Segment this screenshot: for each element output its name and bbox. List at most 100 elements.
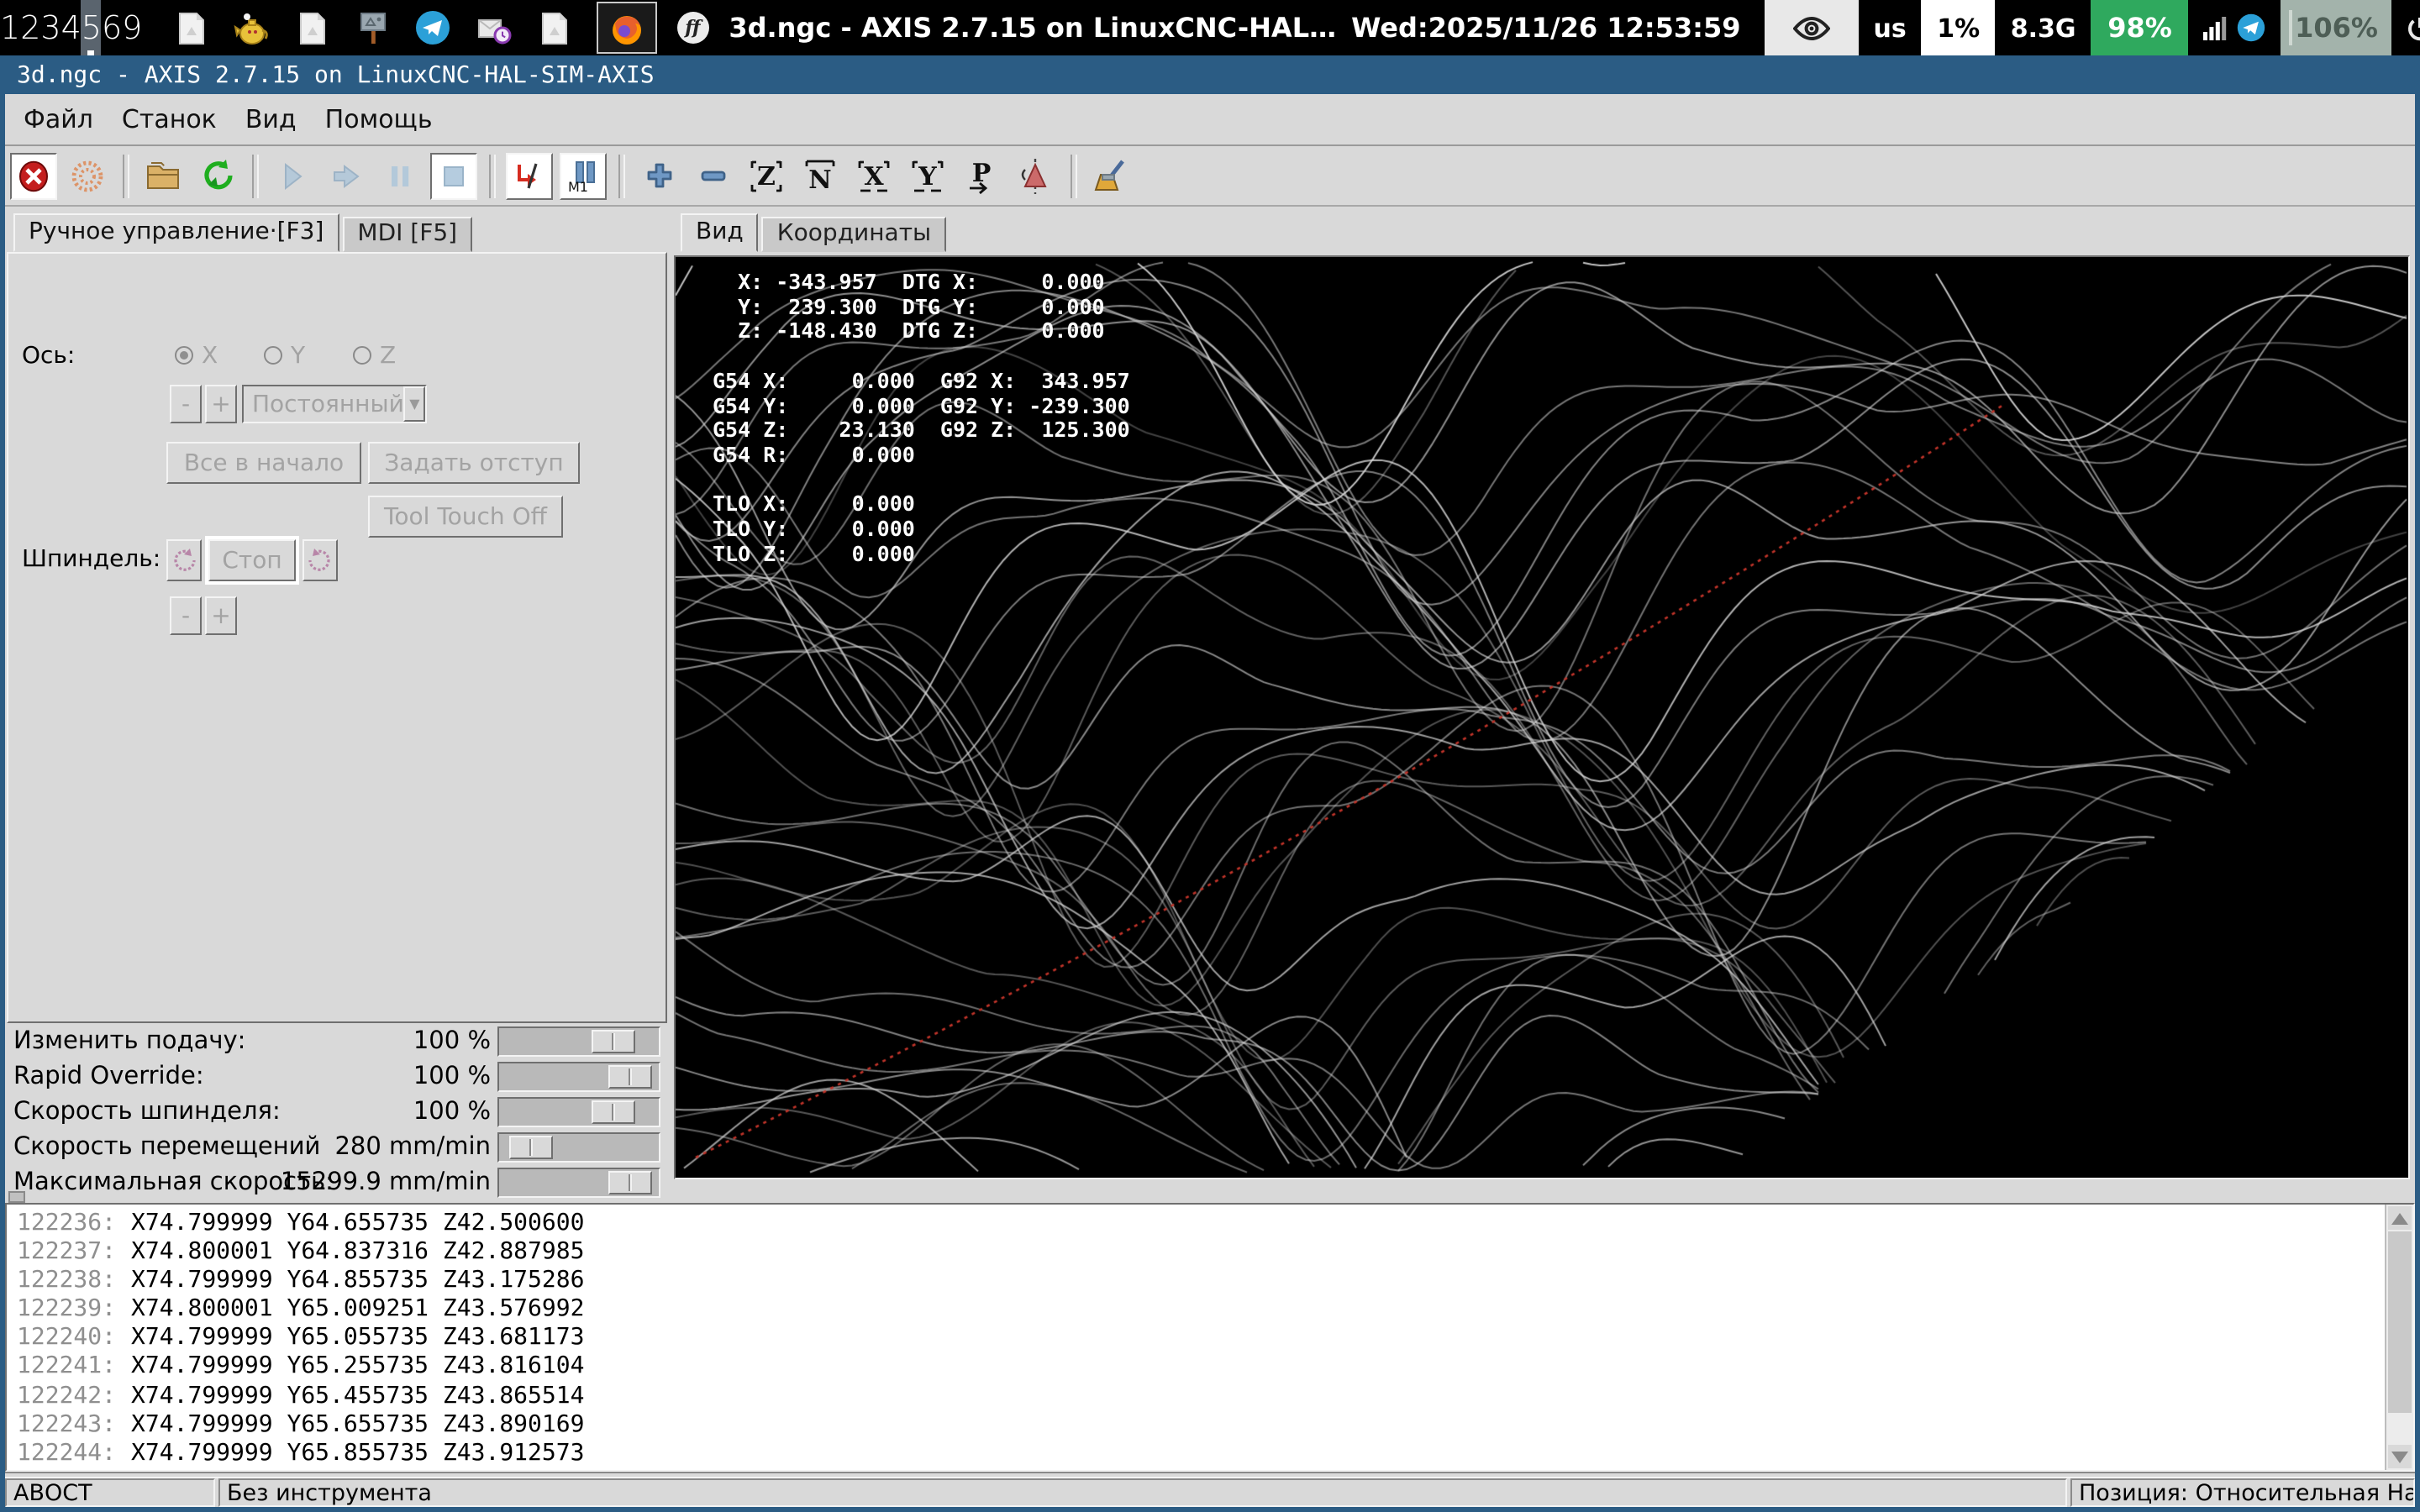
gcode-line[interactable]: 122242:X74.799999 Y65.455735 Z43.865514 bbox=[7, 1382, 2413, 1410]
gcode-line[interactable]: 122237:X74.800001 Y64.837316 Z42.887985 bbox=[7, 1238, 2413, 1267]
scrollbar-thumb[interactable] bbox=[2388, 1231, 2412, 1413]
machine-power-button[interactable] bbox=[64, 152, 111, 199]
tab-dro[interactable]: Координаты bbox=[762, 217, 946, 252]
radio-axis-z[interactable] bbox=[353, 346, 371, 365]
view-z-button[interactable]: Z bbox=[743, 152, 790, 199]
taskbar-window-title[interactable]: 3d.ngc - AXIS 2.7.15 on LinuxCNC-HAL… bbox=[729, 12, 1336, 44]
panel-sash[interactable] bbox=[664, 252, 674, 1193]
spindle-minus-button[interactable]: - bbox=[170, 596, 202, 635]
gcode-scrollbar[interactable] bbox=[2385, 1205, 2413, 1470]
document-icon[interactable] bbox=[172, 9, 209, 46]
gcode-line[interactable]: 122238:X74.799999 Y64.855735 Z43.175286 bbox=[7, 1267, 2413, 1295]
estop-button[interactable] bbox=[10, 152, 57, 199]
optional-pause-toggle[interactable]: M1 bbox=[560, 152, 607, 199]
tab-preview[interactable]: Вид bbox=[681, 213, 759, 252]
menu-machine[interactable]: Станок bbox=[112, 99, 227, 139]
home-all-button[interactable]: Все в начало bbox=[166, 442, 361, 484]
menu-help[interactable]: Помощь bbox=[315, 99, 443, 139]
workspace-5-active[interactable]: 5 bbox=[82, 0, 102, 55]
document-icon[interactable] bbox=[535, 9, 572, 46]
spindle-override-slider[interactable] bbox=[497, 1097, 660, 1127]
battery-indicator: 98% bbox=[2091, 0, 2189, 55]
spindle-cw-button[interactable] bbox=[302, 539, 338, 581]
cpu-indicator: 1% bbox=[1922, 0, 1996, 55]
window-titlebar[interactable]: 3d.ngc - AXIS 2.7.15 on LinuxCNC-HAL-SIM… bbox=[5, 55, 2415, 94]
tab-manual-control[interactable]: Ручное управление·[F3] bbox=[13, 213, 339, 252]
menu-view[interactable]: Вид bbox=[235, 99, 307, 139]
radio-axis-x[interactable] bbox=[175, 346, 193, 365]
workspace-2[interactable]: 2 bbox=[20, 0, 40, 55]
tool-touch-off-button[interactable]: Tool Touch Off bbox=[368, 496, 563, 538]
signpost-icon[interactable] bbox=[354, 9, 391, 46]
view-p-button[interactable]: P bbox=[958, 152, 1005, 199]
tab-mdi[interactable]: MDI [F5] bbox=[342, 217, 472, 252]
rotate-view-button[interactable] bbox=[1012, 152, 1059, 199]
sash-grip[interactable] bbox=[8, 1191, 25, 1203]
toolbar-separator bbox=[1071, 154, 1077, 197]
slider-handle[interactable] bbox=[592, 1100, 635, 1124]
telegram-icon[interactable] bbox=[414, 9, 451, 46]
slider-handle[interactable] bbox=[592, 1030, 635, 1053]
workspace-1[interactable]: 1 bbox=[0, 0, 20, 55]
jog-speed-slider[interactable] bbox=[497, 1132, 660, 1163]
step-button[interactable] bbox=[323, 152, 370, 199]
menu-file[interactable]: Файл bbox=[13, 99, 103, 139]
telegram-tray-icon[interactable] bbox=[2233, 0, 2281, 55]
eye-icon[interactable] bbox=[1765, 0, 1859, 55]
view-z2-button[interactable]: N bbox=[797, 152, 844, 199]
max-velocity-slider[interactable] bbox=[497, 1168, 660, 1198]
keyboard-layout[interactable]: us bbox=[1859, 0, 1922, 55]
scroll-down-icon[interactable] bbox=[2388, 1445, 2412, 1468]
gcode-line[interactable]: 122239:X74.800001 Y65.009251 Z43.576992 bbox=[7, 1296, 2413, 1325]
power-icon[interactable] bbox=[2392, 0, 2420, 55]
gcode-line[interactable]: 122244:X74.799999 Y65.855735 Z43.912573 bbox=[7, 1440, 2413, 1468]
toolbar: M1 Z N X Y P bbox=[5, 146, 2415, 207]
max-velocity-row: Максимальная скорость: 15299.9 mm/min bbox=[5, 1168, 664, 1201]
scroll-up-icon[interactable] bbox=[2388, 1206, 2412, 1230]
chevron-down-icon[interactable]: ▼ bbox=[404, 386, 425, 422]
spindle-ccw-button[interactable] bbox=[166, 539, 202, 581]
run-button[interactable] bbox=[269, 152, 316, 199]
firefox-icon[interactable] bbox=[596, 2, 656, 54]
backplot-preview[interactable]: X: -343.957 DTG X: 0.000 Y: 239.300 DTG … bbox=[674, 255, 2410, 1179]
jog-plus-button[interactable]: + bbox=[205, 385, 237, 423]
radio-axis-y[interactable] bbox=[264, 346, 282, 365]
slider-handle[interactable] bbox=[608, 1171, 652, 1194]
view-y-button[interactable]: Y bbox=[904, 152, 951, 199]
set-offset-button[interactable]: Задать отступ bbox=[368, 442, 580, 484]
spindle-stop-button[interactable]: Стоп bbox=[208, 539, 296, 581]
pause-button[interactable] bbox=[376, 152, 424, 199]
gcode-line[interactable]: 122236:X74.799999 Y64.655735 Z42.500600 bbox=[7, 1210, 2413, 1238]
slider-handle[interactable] bbox=[608, 1065, 652, 1089]
gcode-line-number: 122241: bbox=[17, 1353, 116, 1380]
gcode-line[interactable]: 122241:X74.799999 Y65.255735 Z43.816104 bbox=[7, 1353, 2413, 1382]
workspace-3[interactable]: 3 bbox=[40, 0, 60, 55]
open-file-button[interactable] bbox=[139, 152, 187, 199]
workspace-9[interactable]: 9 bbox=[122, 0, 142, 55]
view-x-button[interactable]: X bbox=[850, 152, 897, 199]
firefox-badge-icon[interactable]: ff bbox=[676, 12, 708, 44]
reload-button[interactable] bbox=[193, 152, 240, 199]
stop-button[interactable] bbox=[430, 152, 477, 199]
jog-mode-select[interactable]: Постоянный ▼ bbox=[242, 385, 427, 423]
zoom-in-button[interactable] bbox=[635, 152, 682, 199]
skip-lines-toggle[interactable] bbox=[506, 152, 553, 199]
teapot-icon[interactable] bbox=[233, 9, 270, 46]
svg-text:N: N bbox=[808, 165, 831, 194]
gcode-listing[interactable]: 122236:X74.799999 Y64.655735 Z42.500600 … bbox=[5, 1203, 2415, 1472]
zoom-out-button[interactable] bbox=[689, 152, 736, 199]
rapid-override-slider[interactable] bbox=[497, 1062, 660, 1092]
document-icon[interactable] bbox=[293, 9, 330, 46]
workspace-4[interactable]: 4 bbox=[61, 0, 82, 55]
gcode-line[interactable]: 122243:X74.799999 Y65.655735 Z43.890169 bbox=[7, 1410, 2413, 1439]
mail-clock-icon[interactable] bbox=[475, 9, 512, 46]
jog-minus-button[interactable]: - bbox=[170, 385, 202, 423]
slider-handle[interactable] bbox=[509, 1136, 553, 1159]
spindle-plus-button[interactable]: + bbox=[205, 596, 237, 635]
gcode-line[interactable]: 122240:X74.799999 Y65.055735 Z43.681173 bbox=[7, 1325, 2413, 1353]
workspace-6[interactable]: 6 bbox=[102, 0, 122, 55]
gcode-line-text: X74.800001 Y65.009251 Z43.576992 bbox=[131, 1296, 584, 1323]
clear-plot-button[interactable] bbox=[1087, 152, 1134, 199]
feed-override-slider[interactable] bbox=[497, 1026, 660, 1057]
volume-indicator[interactable]: 106% bbox=[2281, 0, 2392, 55]
